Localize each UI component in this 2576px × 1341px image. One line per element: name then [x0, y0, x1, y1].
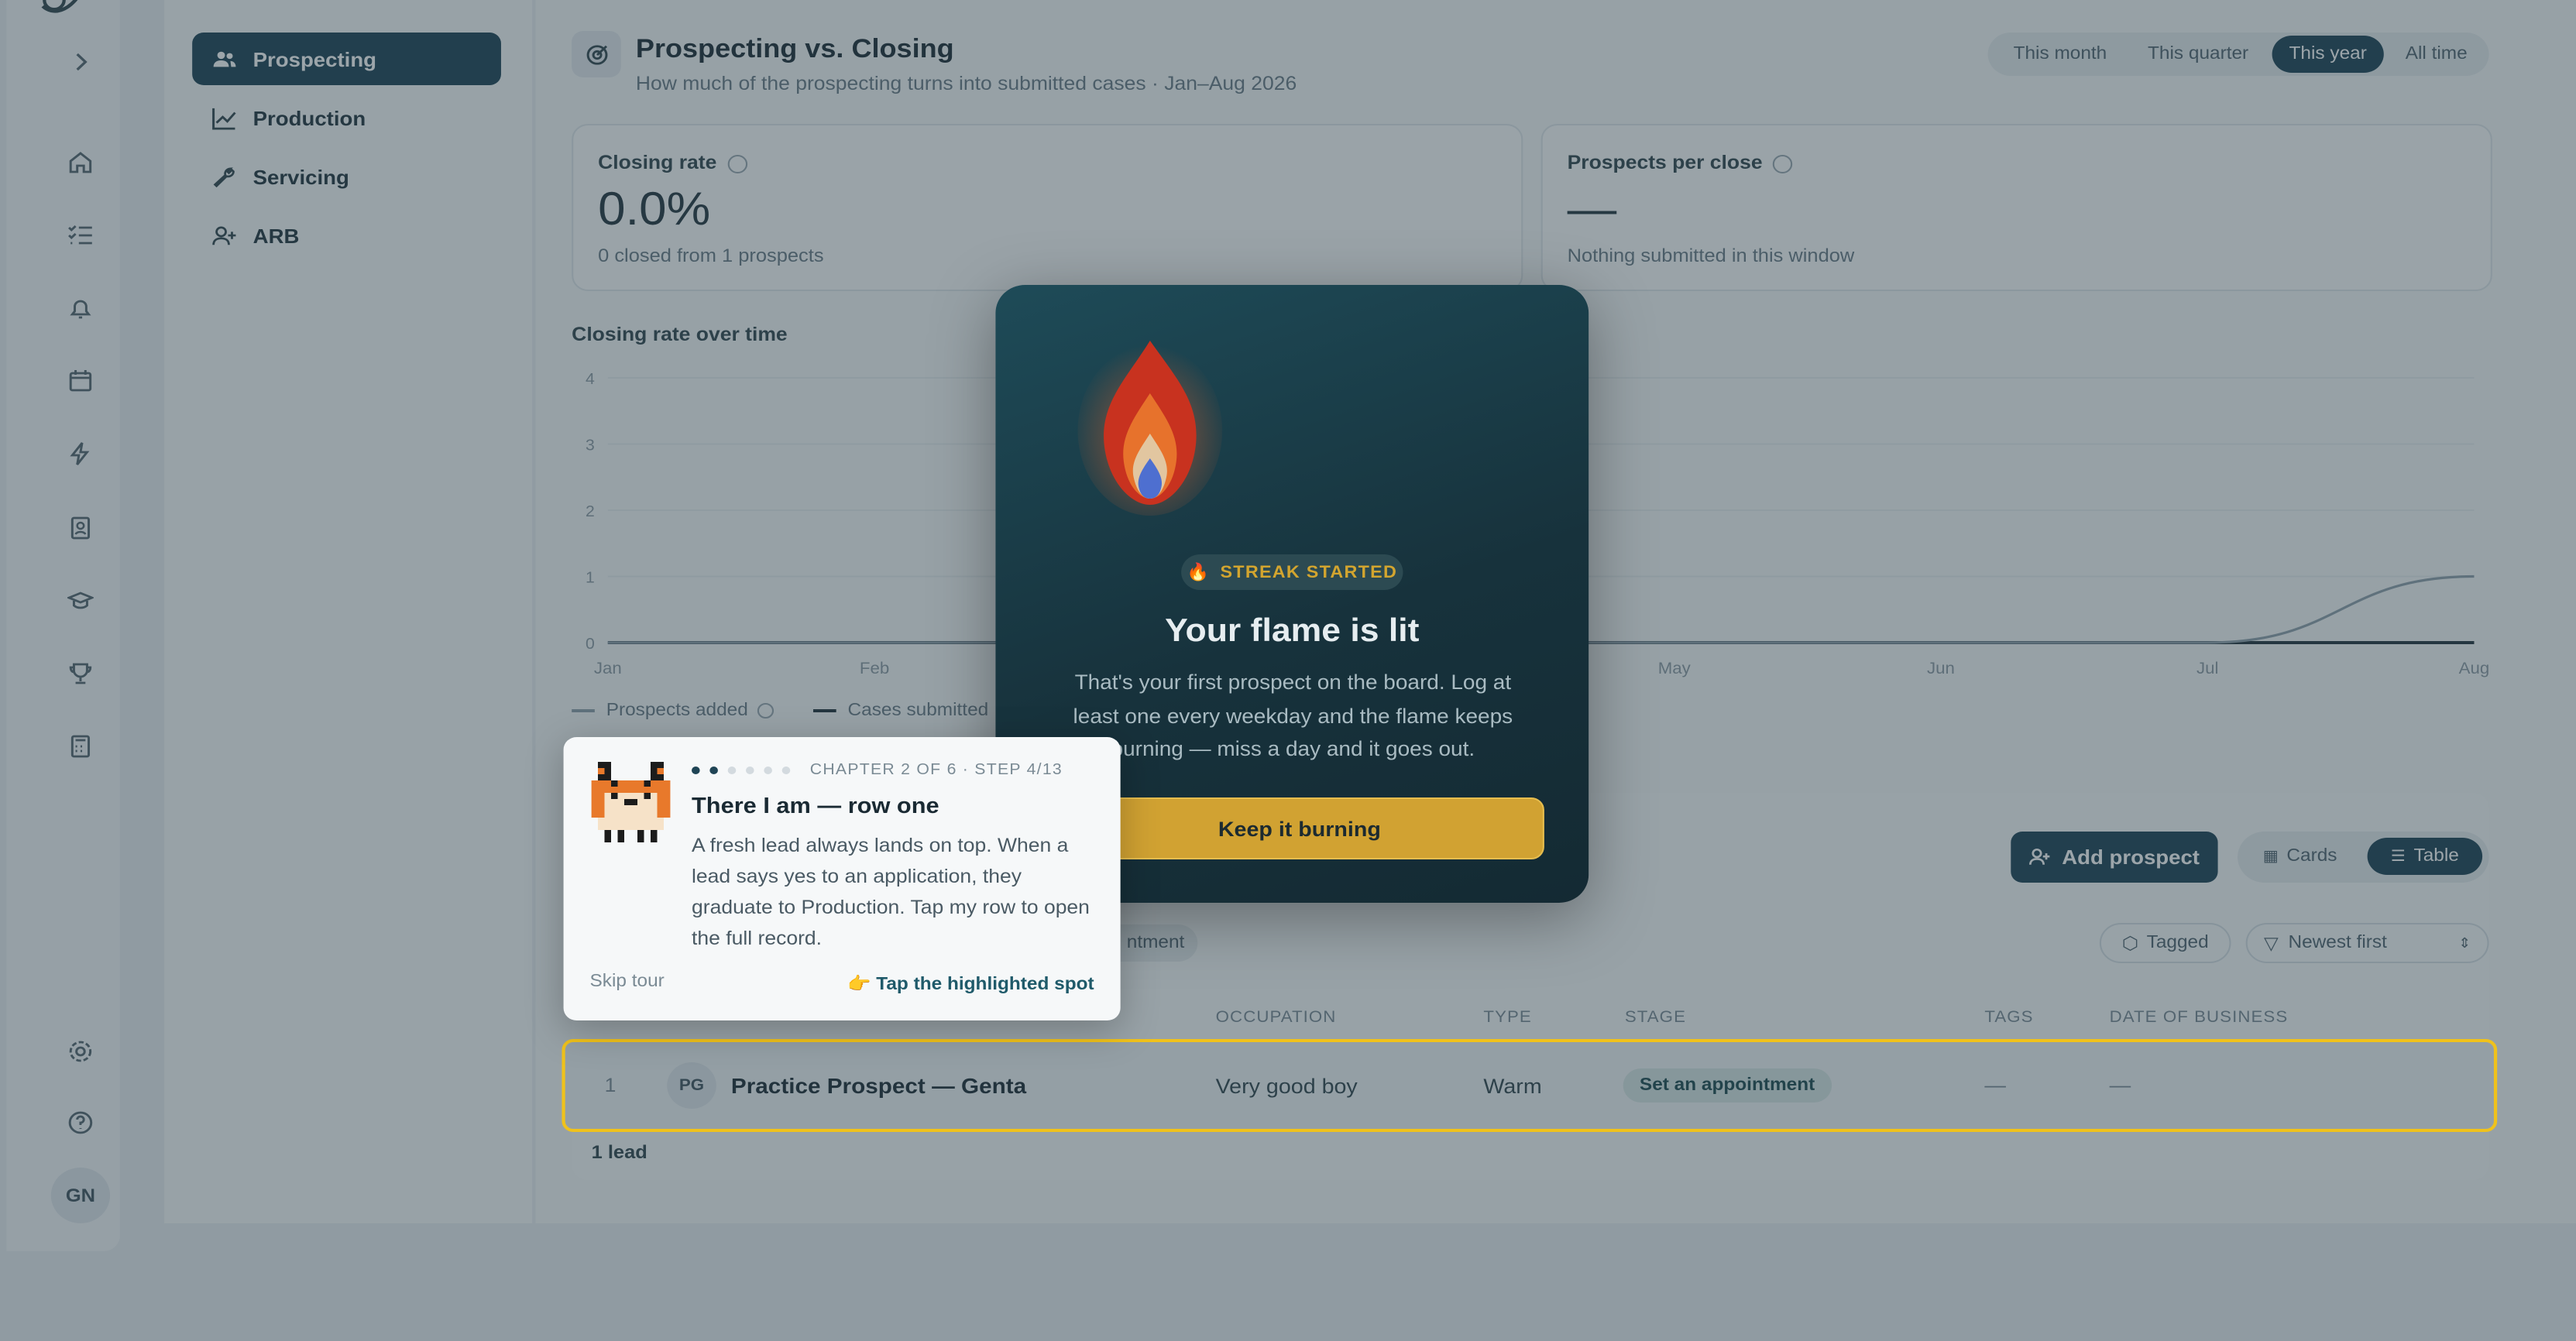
tour-dot	[709, 767, 718, 774]
skip-tour-link[interactable]: Skip tour	[590, 972, 665, 991]
tour-body: A fresh lead always lands on top. When a…	[692, 835, 1090, 949]
tour-card: CHAPTER 2 OF 6 · STEP 4/13 There I am — …	[563, 737, 1121, 1020]
tour-cta-link[interactable]: 👉 Tap the highlighted spot	[847, 972, 1094, 994]
tour-dot	[692, 767, 700, 774]
tour-progress-dots	[692, 767, 791, 774]
tour-dot	[727, 767, 737, 774]
tour-dot	[781, 767, 791, 774]
modal-title: Your flame is lit	[1165, 613, 1420, 649]
fox-mascot-icon	[591, 762, 671, 842]
tour-title: There I am — row one	[692, 794, 939, 819]
app-screen: GN Prospecting Production Servicing ARB …	[0, 0, 2576, 1341]
flame-icon	[1077, 341, 1223, 516]
streak-badge: 🔥 STREAK STARTED	[1181, 554, 1403, 590]
flame-small-icon: 🔥	[1187, 564, 1211, 582]
tour-highlight-frame[interactable]	[562, 1039, 2498, 1132]
keep-it-burning-button[interactable]: Keep it burning	[1054, 797, 1544, 859]
tour-step-label: CHAPTER 2 OF 6 · STEP 4/13	[809, 762, 1063, 779]
modal-body: That's your first prospect on the board.…	[1073, 670, 1513, 760]
tour-dot	[746, 767, 754, 774]
tour-dot	[764, 767, 772, 774]
streak-badge-label: STREAK STARTED	[1220, 563, 1398, 581]
